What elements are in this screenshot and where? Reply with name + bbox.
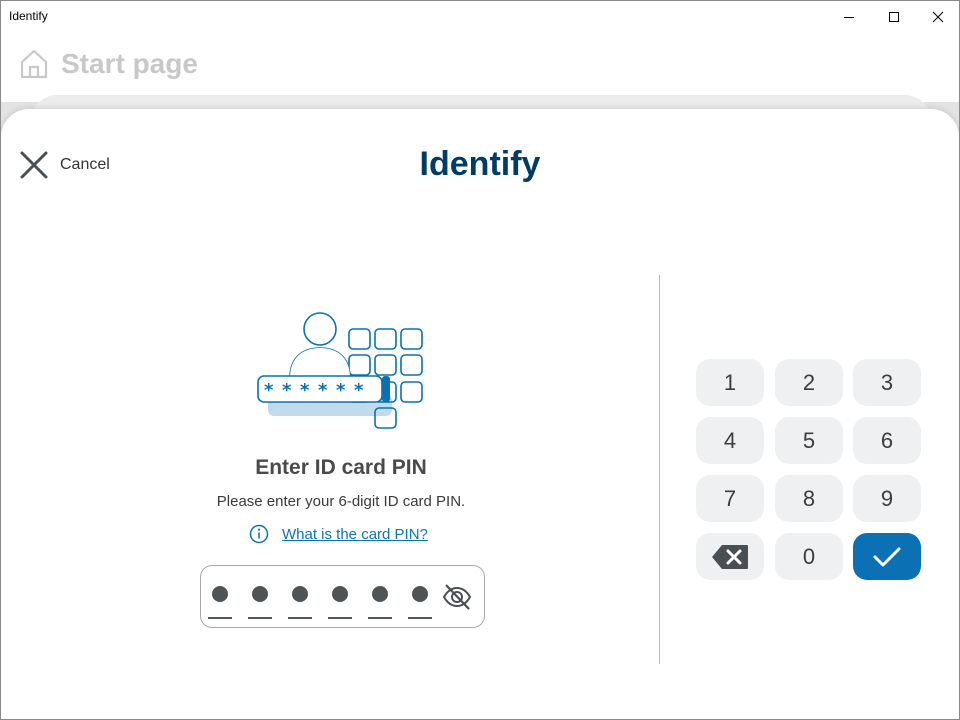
backspace-button[interactable]: [696, 533, 764, 580]
pin-digit-slot: [208, 566, 232, 628]
backspace-icon: [712, 544, 748, 569]
pin-dot: [292, 586, 308, 602]
maximize-icon: [889, 11, 899, 22]
key-6[interactable]: 6: [853, 417, 921, 464]
pin-digit-slot: [368, 566, 392, 628]
pin-digit-slot: [248, 566, 272, 628]
pin-dot: [412, 586, 428, 602]
svg-text:*: *: [336, 380, 346, 401]
key-4[interactable]: 4: [696, 417, 764, 464]
id-card-pin-illustration: * * * * * *: [257, 312, 423, 429]
pin-digit-slot: [328, 566, 352, 628]
close-window-button[interactable]: [915, 1, 959, 32]
maximize-button[interactable]: [871, 1, 917, 32]
pin-help-link[interactable]: What is the card PIN?: [249, 524, 428, 544]
pin-digit-slot: [408, 566, 432, 628]
background-page-title: Start page: [61, 48, 198, 79]
key-3[interactable]: 3: [853, 359, 921, 406]
pin-dot: [332, 586, 348, 602]
confirm-button[interactable]: [853, 533, 921, 580]
dialog-title: Identify: [419, 145, 541, 183]
home-icon: [20, 49, 48, 79]
pin-description: Please enter your 6-digit ID card PIN.: [216, 493, 466, 510]
pin-dot: [212, 586, 228, 602]
app-window: Identify Start page Cancel Identify * * …: [0, 0, 960, 720]
svg-text:*: *: [300, 380, 310, 401]
svg-text:*: *: [318, 380, 328, 401]
key-9[interactable]: 9: [853, 475, 921, 522]
pin-dot: [252, 586, 268, 602]
pin-input[interactable]: [200, 565, 485, 628]
window-title: Identify: [9, 9, 48, 23]
minimize-icon: [844, 16, 854, 18]
pin-underline: [368, 617, 392, 619]
svg-text:*: *: [282, 380, 292, 401]
svg-text:*: *: [264, 380, 274, 401]
checkmark-icon: [873, 547, 901, 566]
key-2[interactable]: 2: [775, 359, 843, 406]
key-1[interactable]: 1: [696, 359, 764, 406]
pin-dot: [372, 586, 388, 602]
close-icon: [932, 11, 944, 22]
title-bar: Identify: [1, 1, 959, 32]
pin-heading: Enter ID card PIN: [255, 456, 427, 479]
pin-underline: [408, 617, 432, 619]
info-icon: [249, 524, 269, 544]
svg-text:*: *: [354, 380, 364, 401]
pin-underline: [288, 617, 312, 619]
hide-pin-icon[interactable]: [441, 581, 473, 613]
key-7[interactable]: 7: [696, 475, 764, 522]
key-0[interactable]: 0: [775, 533, 843, 580]
pin-underline: [208, 617, 232, 619]
pin-digit-slot: [288, 566, 312, 628]
pin-help-link-text[interactable]: What is the card PIN?: [282, 526, 428, 543]
key-5[interactable]: 5: [775, 417, 843, 464]
identify-dialog: Cancel Identify * * * * * * Enter ID car…: [1, 109, 959, 719]
pin-underline: [328, 617, 352, 619]
key-8[interactable]: 8: [775, 475, 843, 522]
column-divider: [659, 275, 660, 664]
minimize-button[interactable]: [826, 1, 872, 32]
pin-underline: [248, 617, 272, 619]
